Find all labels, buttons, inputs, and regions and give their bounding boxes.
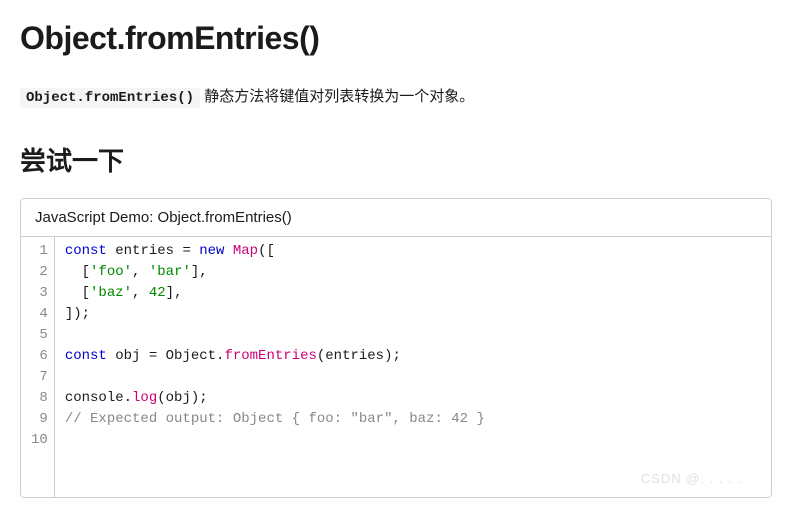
demo-header: JavaScript Demo: Object.fromEntries() bbox=[21, 199, 771, 237]
code-line[interactable]: ]); bbox=[65, 304, 761, 325]
code-line[interactable]: ['foo', 'bar'], bbox=[65, 262, 761, 283]
watermark: CSDN @. . . . . bbox=[641, 471, 742, 486]
line-number: 7 bbox=[31, 367, 48, 388]
page-title: Object.fromEntries() bbox=[20, 20, 772, 57]
intro-paragraph: Object.fromEntries() 静态方法将键值对列表转换为一个对象。 bbox=[20, 85, 772, 109]
code-editor[interactable]: 12345678910 const entries = new Map([ ['… bbox=[21, 237, 771, 497]
line-number: 1 bbox=[31, 241, 48, 262]
line-number: 8 bbox=[31, 388, 48, 409]
code-line[interactable] bbox=[65, 325, 761, 346]
line-number: 5 bbox=[31, 325, 48, 346]
line-number: 2 bbox=[31, 262, 48, 283]
code-line[interactable]: const obj = Object.fromEntries(entries); bbox=[65, 346, 761, 367]
code-line[interactable] bbox=[65, 430, 761, 451]
code-content[interactable]: const entries = new Map([ ['foo', 'bar']… bbox=[55, 237, 771, 497]
line-number: 10 bbox=[31, 430, 48, 451]
code-line[interactable]: console.log(obj); bbox=[65, 388, 761, 409]
intro-code: Object.fromEntries() bbox=[20, 88, 200, 108]
line-number: 6 bbox=[31, 346, 48, 367]
line-gutter: 12345678910 bbox=[21, 237, 55, 497]
demo-container: JavaScript Demo: Object.fromEntries() 12… bbox=[20, 198, 772, 498]
line-number: 3 bbox=[31, 283, 48, 304]
intro-text: 静态方法将键值对列表转换为一个对象。 bbox=[200, 88, 474, 105]
line-number: 4 bbox=[31, 304, 48, 325]
code-line[interactable]: const entries = new Map([ bbox=[65, 241, 761, 262]
code-line[interactable]: // Expected output: Object { foo: "bar",… bbox=[65, 409, 761, 430]
line-number: 9 bbox=[31, 409, 48, 430]
code-line[interactable]: ['baz', 42], bbox=[65, 283, 761, 304]
code-line[interactable] bbox=[65, 367, 761, 388]
tryit-heading: 尝试一下 bbox=[20, 141, 772, 178]
